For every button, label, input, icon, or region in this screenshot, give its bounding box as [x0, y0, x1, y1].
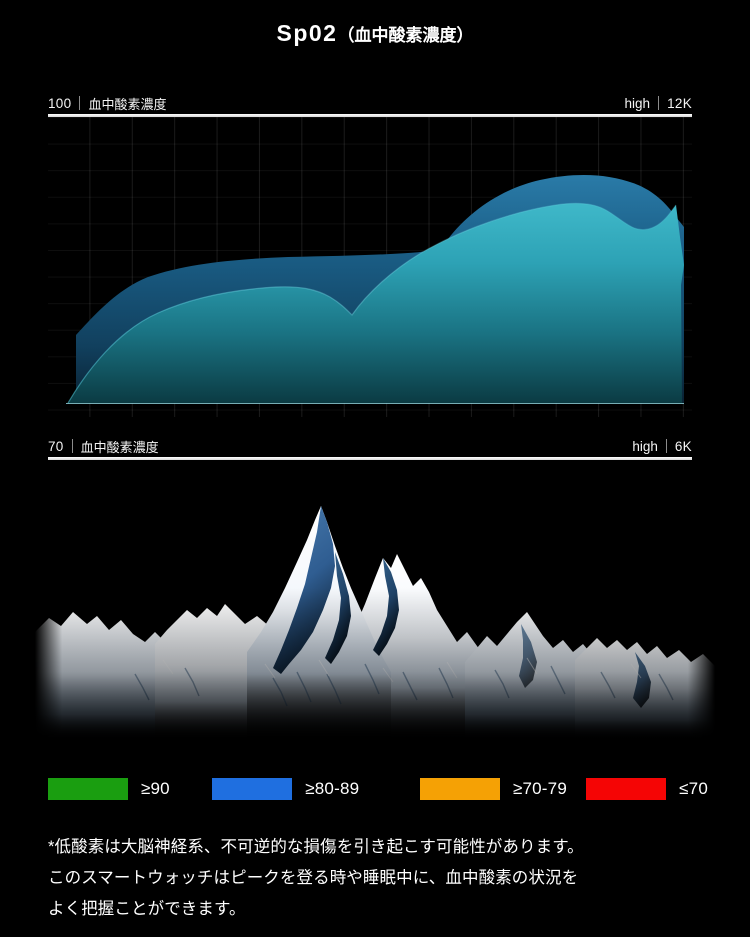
- axis-divider-icon: [79, 96, 81, 110]
- footnote: *低酸素は大脳神経系、不可逆的な損傷を引き起こす可能性があります。 このスマート…: [48, 832, 718, 925]
- chart-top-axis-right-word: high: [624, 95, 651, 111]
- chart-areas: [66, 174, 684, 404]
- mountain-side-fade: [35, 492, 715, 740]
- chart-bottom-axis-right-value: 6K: [674, 438, 692, 454]
- axis-divider-icon: [658, 96, 660, 110]
- legend-item: ≥80-89: [212, 778, 420, 800]
- legend-item: ≤70: [586, 778, 708, 800]
- legend-swatch-green: [48, 778, 128, 800]
- sp02-infographic: Sp02（血中酸素濃度） 100 血中酸素濃度 high 12K 70 血中酸素…: [0, 0, 750, 937]
- axis-divider-icon: [665, 439, 667, 453]
- mountain-photo: [35, 492, 715, 740]
- chart-top-axis-label: 血中酸素濃度: [88, 96, 167, 112]
- footnote-line-2: このスマートウォッチはピークを登る時や睡眠中に、血中酸素の状況を: [48, 869, 579, 887]
- legend-label: ≥90: [141, 779, 170, 798]
- chart-top-axis-left: 100 血中酸素濃度: [48, 94, 166, 113]
- legend-item: ≥70-79: [419, 778, 586, 800]
- page-title: Sp02（血中酸素濃度）: [0, 20, 750, 47]
- chart-top-axis-value: 100: [48, 95, 72, 111]
- chart-top-axis-right-value: 12K: [667, 95, 692, 111]
- axis-divider-icon: [71, 439, 73, 453]
- legend-swatch-orange: [419, 778, 500, 800]
- mountain-illustration: [35, 492, 715, 740]
- legend-item: ≥90: [48, 778, 212, 800]
- footnote-line-1: *低酸素は大脳神経系、不可逆的な損傷を引き起こす可能性があります。: [48, 838, 584, 856]
- page-title-paren: （血中酸素濃度）: [337, 26, 474, 45]
- page-title-main: Sp02: [276, 20, 338, 46]
- footnote-line-3: よく把握ことができます。: [48, 900, 246, 918]
- chart-plot-area: [48, 117, 692, 417]
- legend-label: ≥70-79: [512, 779, 567, 798]
- chart-bottom-axis-left: 70 血中酸素濃度: [48, 437, 159, 456]
- chart-bottom-axis-label: 血中酸素濃度: [80, 439, 159, 455]
- chart-bottom-axis-value: 70: [48, 438, 64, 454]
- legend: ≥90 ≥80-89 ≥70-79 ≤70: [48, 778, 708, 800]
- chart-top-axis-right: high 12K: [625, 96, 692, 111]
- chart-bottom-axis-right-word: high: [632, 438, 658, 454]
- legend-swatch-red: [586, 778, 667, 800]
- legend-label: ≥80-89: [305, 779, 360, 798]
- chart-bottom-axis: 70 血中酸素濃度 high 6K: [48, 435, 692, 457]
- chart-bottom-rule: [48, 457, 692, 460]
- legend-swatch-blue: [212, 778, 293, 800]
- legend-label: ≤70: [679, 779, 708, 798]
- chart-bottom-axis-right: high 6K: [632, 439, 692, 454]
- spo2-chart: 100 血中酸素濃度 high 12K 70 血中酸素濃度 high 6K: [48, 92, 692, 460]
- chart-top-axis: 100 血中酸素濃度 high 12K: [48, 92, 692, 114]
